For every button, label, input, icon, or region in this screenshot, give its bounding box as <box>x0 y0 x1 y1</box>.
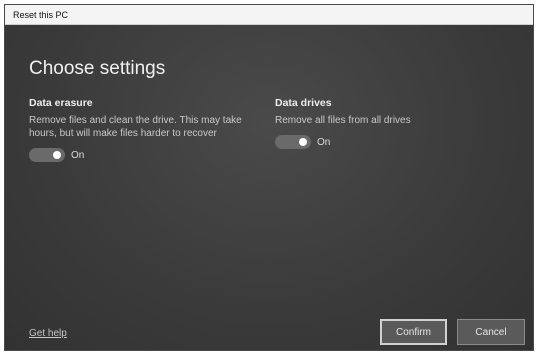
setting-title: Data drives <box>275 97 332 109</box>
toggle-row: On <box>275 135 515 149</box>
toggle-state-label: On <box>317 136 331 148</box>
window-title: Reset this PC <box>5 5 533 25</box>
get-help-link[interactable]: Get help <box>29 328 67 339</box>
toggle-knob <box>299 138 307 146</box>
data-erasure-toggle[interactable] <box>29 148 65 162</box>
setting-description: Remove all files from all drives <box>275 115 411 126</box>
data-drives-setting: Data drives Remove all files from all dr… <box>275 97 515 149</box>
toggle-knob <box>53 151 61 159</box>
data-drives-toggle[interactable] <box>275 135 311 149</box>
page-title: Choose settings <box>29 58 166 79</box>
setting-description: Remove files and clean the drive. This m… <box>29 115 242 139</box>
toggle-row: On <box>29 148 259 162</box>
setting-title: Data erasure <box>29 97 93 109</box>
confirm-button[interactable]: Confirm <box>380 319 447 345</box>
dialog-content: Choose settings Data erasure Remove file… <box>5 25 533 350</box>
reset-pc-dialog: Reset this PC Choose settings Data erasu… <box>4 4 534 351</box>
data-erasure-setting: Data erasure Remove files and clean the … <box>29 97 259 162</box>
toggle-state-label: On <box>71 149 85 161</box>
cancel-button[interactable]: Cancel <box>457 319 525 345</box>
